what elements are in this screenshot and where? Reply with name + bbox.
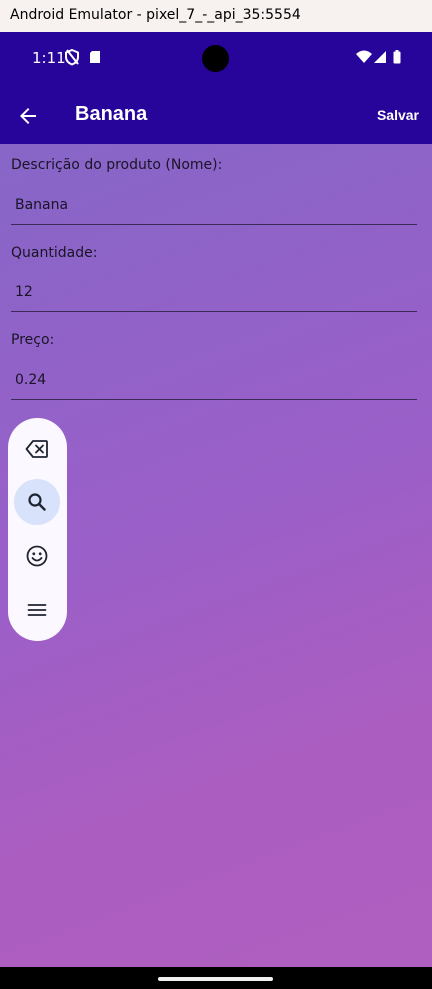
status-time: 1:11 [32, 49, 66, 67]
phone-screen: 1:11 Banana Salvar Descrição do produto … [0, 32, 432, 989]
search-button[interactable] [14, 479, 60, 525]
wifi-icon [356, 50, 372, 63]
front-camera [202, 45, 229, 72]
price-field-container [11, 365, 417, 400]
battery-icon [393, 50, 401, 64]
backspace-icon [25, 440, 48, 458]
price-label: Preço: [11, 332, 55, 348]
back-arrow-icon[interactable] [16, 104, 40, 128]
emoji-icon [26, 545, 48, 567]
menu-icon [27, 604, 47, 616]
price-input[interactable] [15, 372, 411, 388]
name-field-container [11, 190, 417, 225]
search-icon [28, 493, 46, 511]
app-bar: Banana Salvar [0, 88, 432, 144]
signal-icon [374, 51, 386, 63]
quantity-field-container [11, 277, 417, 312]
keyboard-floating-toolbar [8, 418, 67, 641]
quantity-label: Quantidade: [11, 245, 98, 261]
window-title: Android Emulator - pixel_7_-_api_35:5554 [0, 0, 432, 32]
menu-button[interactable] [14, 587, 60, 633]
name-label: Descrição do produto (Nome): [11, 157, 223, 173]
gesture-handle[interactable] [158, 977, 273, 981]
quantity-input[interactable] [15, 284, 411, 300]
backspace-button[interactable] [14, 426, 60, 472]
navigation-bar [0, 967, 432, 989]
status-bar: 1:11 [0, 32, 432, 88]
save-button[interactable]: Salvar [377, 107, 419, 123]
emoji-button[interactable] [14, 533, 60, 579]
sd-card-icon [90, 51, 100, 63]
page-title: Banana [75, 103, 148, 125]
shield-icon [65, 48, 79, 66]
name-input[interactable] [15, 197, 411, 213]
